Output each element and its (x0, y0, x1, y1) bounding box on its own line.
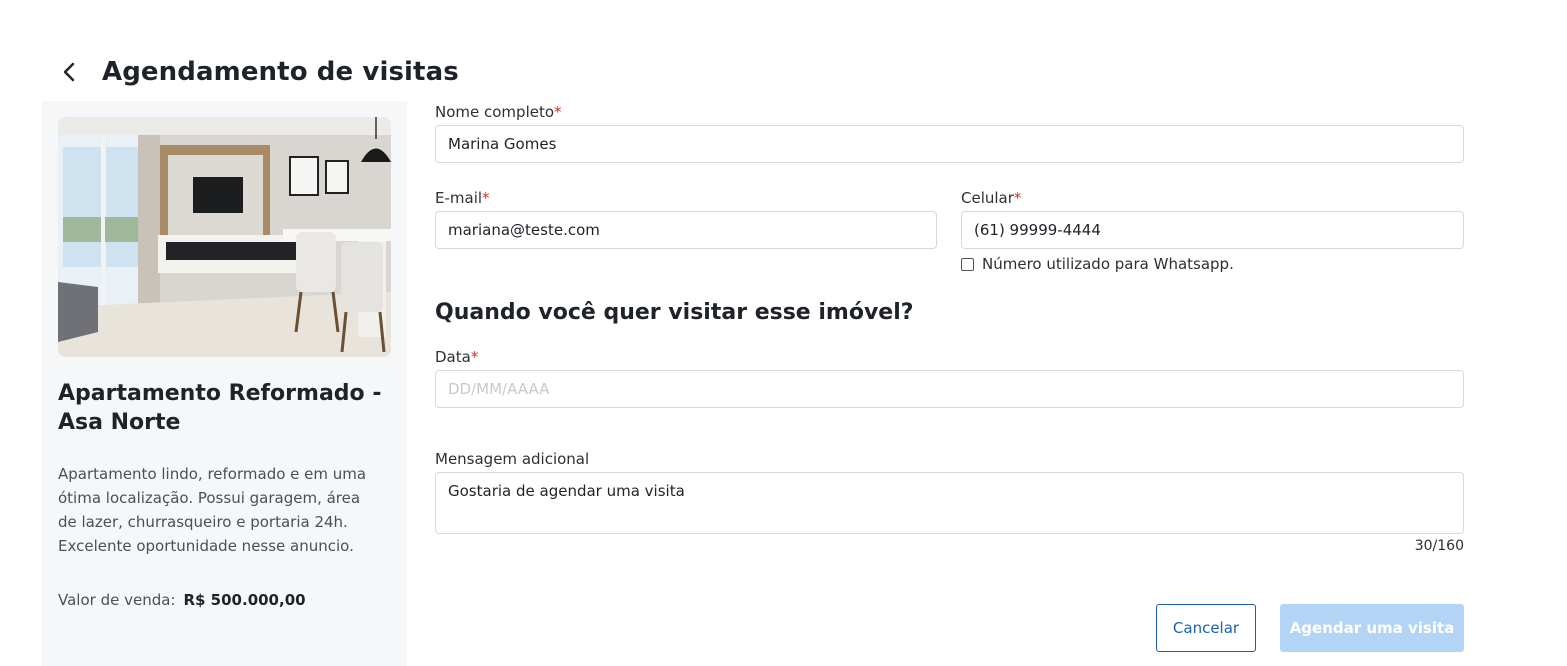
email-label: E-mail* (435, 189, 490, 207)
phone-field[interactable] (961, 211, 1464, 249)
whatsapp-option: Número utilizado para Whatsapp. (961, 255, 1234, 273)
property-card: Apartamento Reformado - Asa Norte Aparta… (42, 101, 407, 666)
page-header: Agendamento de visitas (58, 52, 459, 92)
date-field[interactable] (435, 370, 1464, 408)
price-row: Valor de venda: R$ 500.000,00 (58, 591, 306, 609)
message-counter: 30/160 (1414, 538, 1464, 554)
whatsapp-label: Número utilizado para Whatsapp. (982, 255, 1234, 273)
visit-section-title: Quando você quer visitar esse imóvel? (435, 300, 914, 325)
date-label: Data* (435, 348, 479, 366)
page-title: Agendamento de visitas (102, 57, 459, 87)
property-description: Apartamento lindo, reformado e em uma ót… (58, 465, 367, 555)
back-button[interactable] (58, 60, 82, 84)
price-label: Valor de venda: (58, 591, 176, 609)
email-field[interactable] (435, 211, 937, 249)
property-title: Apartamento Reformado - Asa Norte (58, 381, 382, 435)
price-value: R$ 500.000,00 (183, 591, 306, 609)
phone-label: Celular* (961, 189, 1022, 207)
whatsapp-checkbox[interactable] (961, 257, 974, 271)
message-label: Mensagem adicional (435, 450, 590, 468)
schedule-visit-button[interactable]: Agendar uma visita (1280, 604, 1464, 652)
cancel-button[interactable]: Cancelar (1156, 604, 1256, 652)
message-field[interactable]: Gostaria de agendar uma visita (435, 472, 1464, 534)
name-label: Nome completo* (435, 103, 562, 121)
name-field[interactable] (435, 125, 1464, 163)
chevron-left-icon (63, 62, 75, 82)
property-photo (58, 117, 391, 357)
